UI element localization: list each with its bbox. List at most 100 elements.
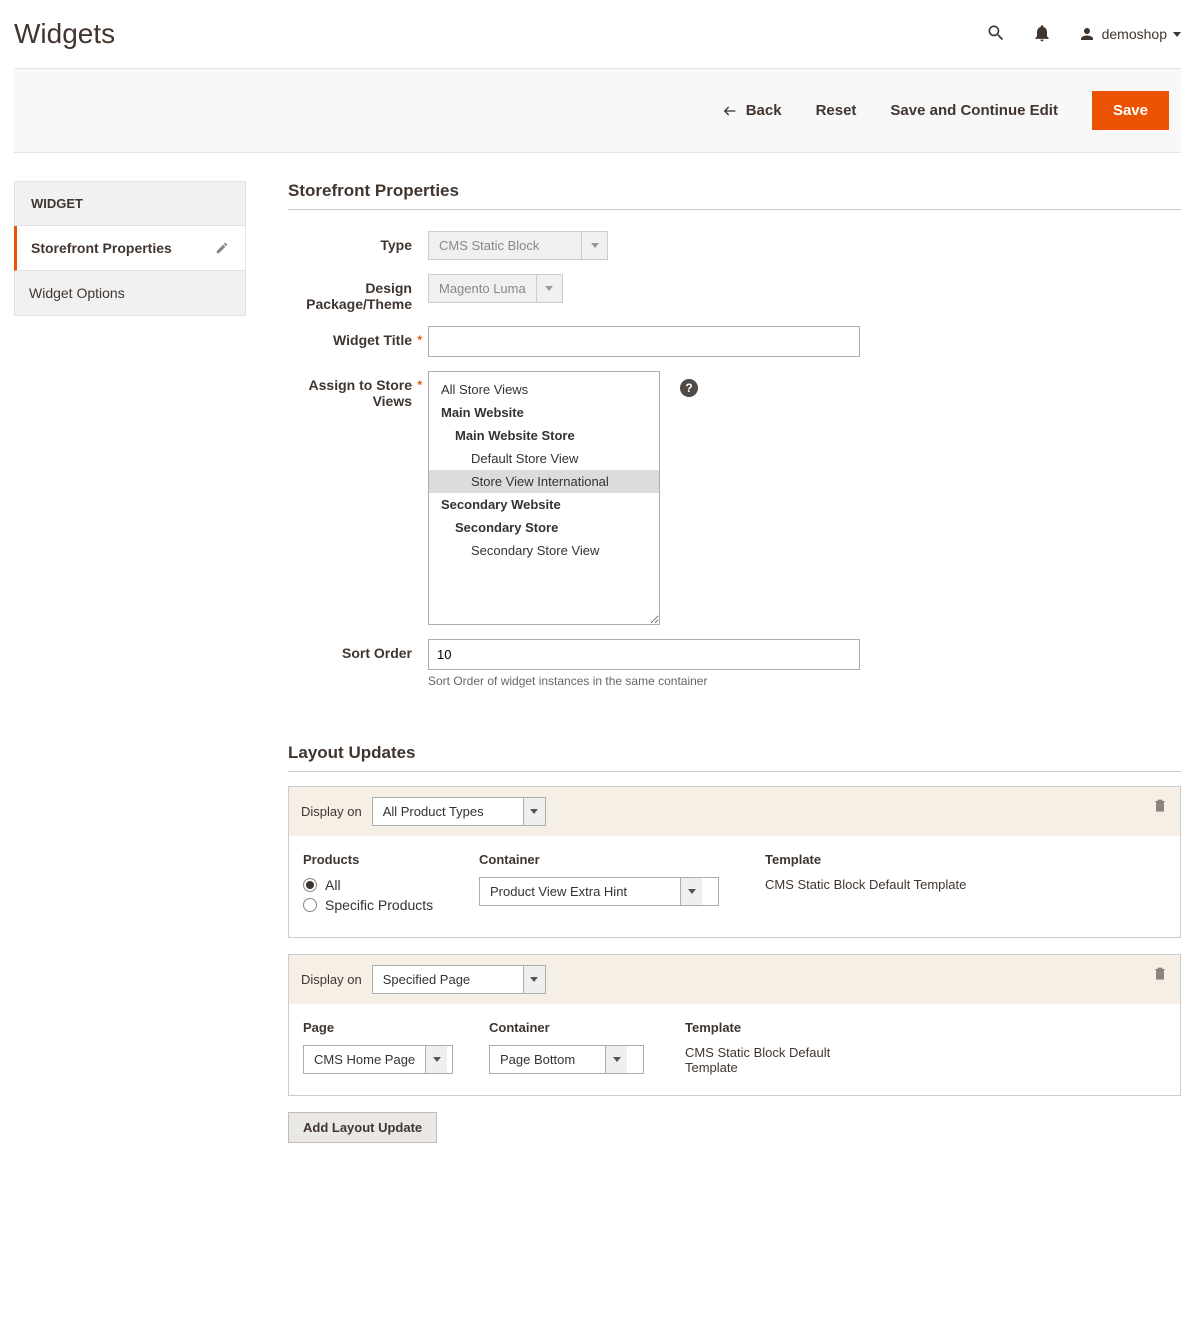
store-view-option[interactable]: Default Store View (429, 447, 659, 470)
store-view-option[interactable]: Secondary Store (429, 516, 659, 539)
type-value: CMS Static Block (429, 232, 581, 259)
col-page: Page CMS Home Page (303, 1020, 463, 1075)
user-menu[interactable]: demoshop (1078, 25, 1181, 43)
row-type: Type CMS Static Block (288, 224, 1181, 267)
col-label-container: Container (489, 1020, 659, 1035)
caret-down-icon (680, 878, 702, 905)
store-view-option[interactable]: Main Website Store (429, 424, 659, 447)
radio-icon (303, 898, 317, 912)
arrow-left-icon (722, 103, 738, 119)
col-container: Container Page Bottom (489, 1020, 659, 1075)
caret-down-icon (523, 798, 545, 825)
radio-label: Specific Products (325, 897, 433, 913)
label-sort-order: Sort Order (288, 639, 428, 661)
layout-block-header: Display on Specified Page (289, 955, 1180, 1004)
trash-icon[interactable] (1152, 965, 1168, 981)
col-container: Container Product View Extra Hint (479, 852, 739, 917)
sidebar-item-widget-options[interactable]: Widget Options (14, 271, 246, 316)
store-view-option[interactable]: Store View International (429, 470, 659, 493)
layout-updates-section: Layout Updates Display on All Product Ty… (288, 743, 1181, 1143)
sort-order-input[interactable] (428, 639, 860, 670)
add-layout-update-button[interactable]: Add Layout Update (288, 1112, 437, 1143)
topbar: Widgets demoshop (14, 14, 1181, 68)
section-storefront-title: Storefront Properties (288, 181, 1181, 210)
sidebar-heading: WIDGET (14, 181, 246, 226)
label-theme: Design Package/Theme (288, 274, 428, 312)
radio-label: All (325, 877, 341, 893)
template-text: CMS Static Block Default Template (765, 877, 966, 892)
theme-value: Magento Luma (429, 275, 536, 302)
store-views-multiselect[interactable]: All Store ViewsMain WebsiteMain Website … (428, 371, 660, 625)
label-display-on: Display on (301, 972, 362, 987)
label-type: Type (288, 231, 428, 253)
label-display-on: Display on (301, 804, 362, 819)
store-view-option[interactable]: Secondary Website (429, 493, 659, 516)
caret-down-icon (536, 275, 562, 302)
display-on-select[interactable]: Specified Page (372, 965, 546, 994)
display-on-value: All Product Types (373, 798, 523, 825)
bell-icon[interactable] (1032, 23, 1052, 46)
row-theme: Design Package/Theme Magento Luma (288, 267, 1181, 319)
content: Storefront Properties Type CMS Static Bl… (288, 181, 1181, 1143)
theme-select: Magento Luma (428, 274, 563, 303)
col-products: Products All Specific Products (303, 852, 453, 917)
col-template: Template CMS Static Block Default Templa… (765, 852, 966, 917)
sidebar-item-label: Widget Options (29, 285, 125, 301)
save-continue-button[interactable]: Save and Continue Edit (890, 102, 1058, 119)
store-view-option[interactable]: Main Website (429, 401, 659, 424)
search-icon[interactable] (986, 23, 1006, 46)
row-sort-order: Sort Order Sort Order of widget instance… (288, 632, 1181, 695)
radio-option-specific[interactable]: Specific Products (303, 897, 453, 913)
pencil-icon (215, 241, 229, 255)
col-template: Template CMS Static Block Default Templa… (685, 1020, 855, 1075)
row-widget-title: Widget Title (288, 319, 1181, 364)
page-value: CMS Home Page (304, 1046, 425, 1073)
layout-block-body: Page CMS Home Page Container Page Bottom (289, 1004, 1180, 1095)
page-select[interactable]: CMS Home Page (303, 1045, 453, 1074)
caret-down-icon (1173, 32, 1181, 37)
col-label-template: Template (685, 1020, 855, 1035)
topbar-actions: demoshop (986, 23, 1181, 46)
save-button[interactable]: Save (1092, 91, 1169, 130)
template-text: CMS Static Block Default Template (685, 1045, 855, 1075)
display-on-value: Specified Page (373, 966, 523, 993)
help-icon[interactable]: ? (680, 379, 698, 397)
main-layout: WIDGET Storefront Properties Widget Opti… (14, 181, 1181, 1143)
display-on-select[interactable]: All Product Types (372, 797, 546, 826)
container-value: Product View Extra Hint (480, 878, 680, 905)
back-button[interactable]: Back (722, 102, 782, 119)
sidebar-item-storefront-properties[interactable]: Storefront Properties (14, 226, 246, 271)
store-view-option[interactable]: Secondary Store View (429, 539, 659, 562)
user-icon (1078, 25, 1096, 43)
sidebar-item-label: Storefront Properties (31, 240, 172, 256)
label-widget-title: Widget Title (288, 326, 428, 348)
layout-block: Display on All Product Types Products Al… (288, 786, 1181, 938)
actionbar: Back Reset Save and Continue Edit Save (14, 68, 1181, 153)
label-store-views: Assign to Store Views (288, 371, 428, 409)
row-store-views: Assign to Store Views All Store ViewsMai… (288, 364, 1181, 632)
sort-order-hint: Sort Order of widget instances in the sa… (428, 674, 1181, 688)
trash-icon[interactable] (1152, 797, 1168, 813)
sidebar: WIDGET Storefront Properties Widget Opti… (14, 181, 246, 316)
col-label-container: Container (479, 852, 739, 867)
page-title: Widgets (14, 18, 115, 50)
col-label-products: Products (303, 852, 453, 867)
caret-down-icon (581, 232, 607, 259)
caret-down-icon (605, 1046, 627, 1073)
username: demoshop (1102, 26, 1167, 42)
widget-title-input[interactable] (428, 326, 860, 357)
caret-down-icon (425, 1046, 447, 1073)
radio-icon (303, 878, 317, 892)
layout-block-body: Products All Specific Products Container (289, 836, 1180, 937)
container-select[interactable]: Page Bottom (489, 1045, 644, 1074)
col-label-template: Template (765, 852, 966, 867)
layout-block-header: Display on All Product Types (289, 787, 1180, 836)
reset-button[interactable]: Reset (816, 102, 857, 119)
caret-down-icon (523, 966, 545, 993)
layout-block: Display on Specified Page Page CMS Home … (288, 954, 1181, 1096)
col-label-page: Page (303, 1020, 463, 1035)
container-value: Page Bottom (490, 1046, 605, 1073)
store-view-option[interactable]: All Store Views (429, 378, 659, 401)
radio-option-all[interactable]: All (303, 877, 453, 893)
container-select[interactable]: Product View Extra Hint (479, 877, 719, 906)
